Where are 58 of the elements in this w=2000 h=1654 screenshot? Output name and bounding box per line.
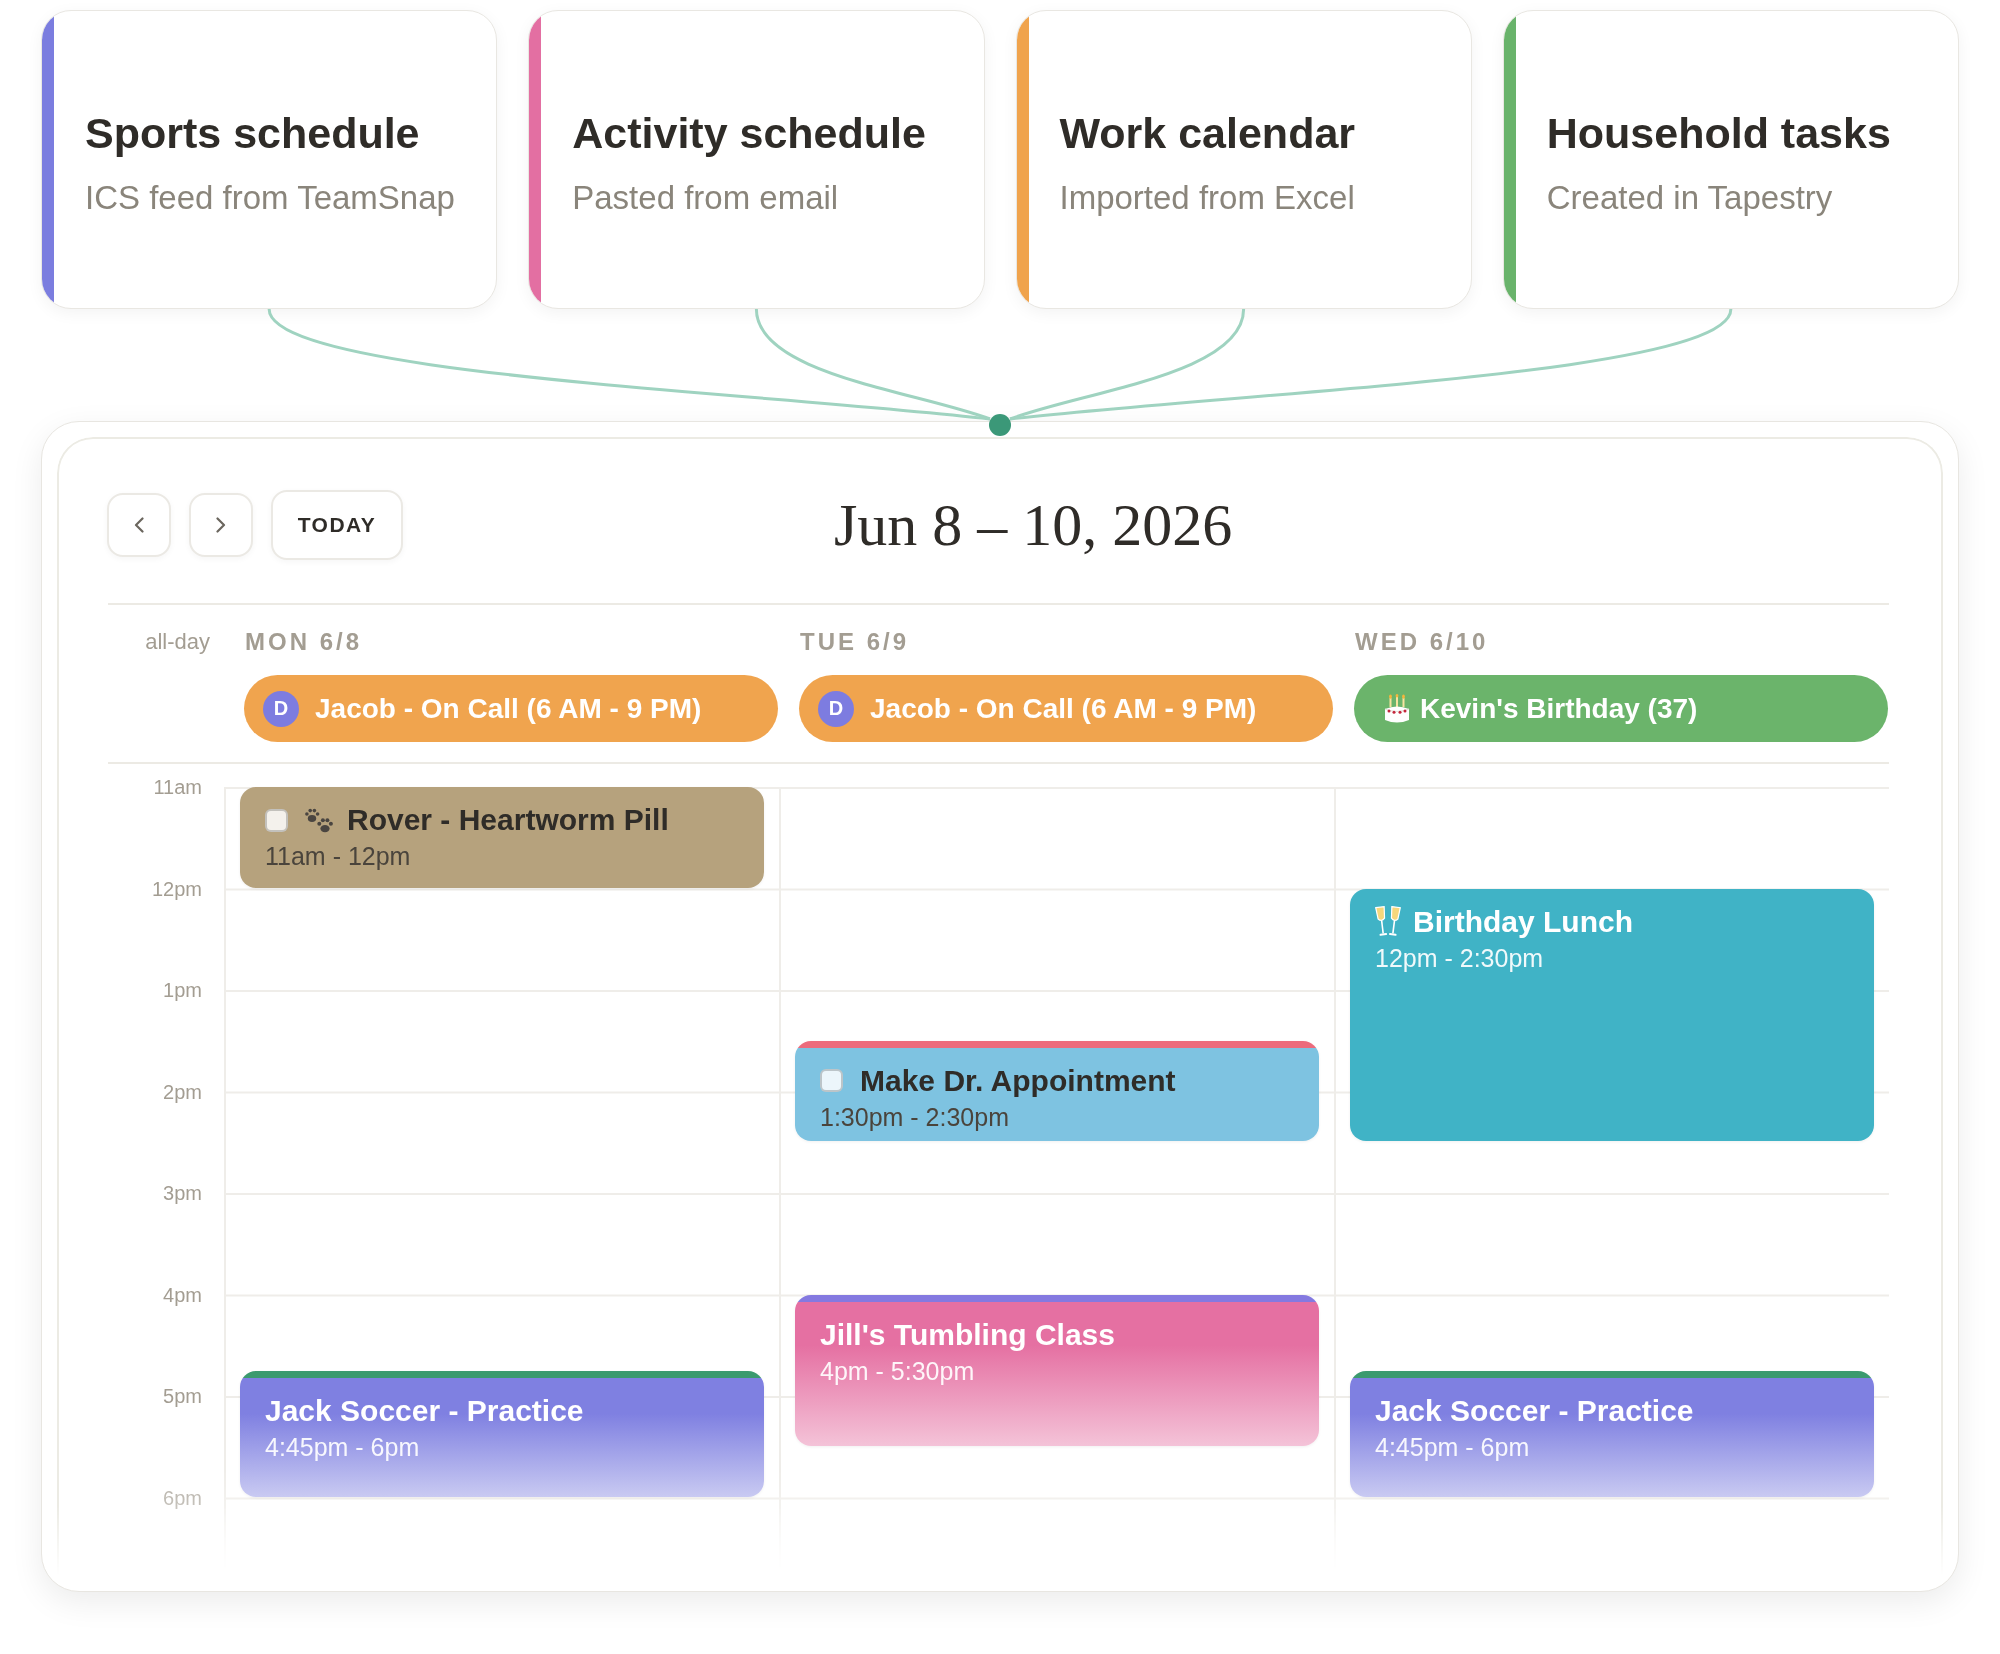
hour-label: 6pm xyxy=(163,1485,202,1510)
hour-label: 4pm xyxy=(163,1282,202,1307)
source-subtitle: Imported from Excel xyxy=(1059,178,1355,218)
calendar-event[interactable]: Birthday Lunch 12pm - 2:30pm xyxy=(1350,888,1874,1142)
calendar-event[interactable]: Jack Soccer - Practice 4:45pm - 6pm xyxy=(240,1377,764,1497)
event-title: Jacob - On Call (6 AM - 9 PM) xyxy=(870,691,1257,726)
event-time: 12pm - 2:30pm xyxy=(1375,942,1544,974)
task-checkbox[interactable] xyxy=(265,808,288,832)
source-title: Activity schedule xyxy=(572,108,926,158)
date-range-title: Jun 8 – 10, 2026 xyxy=(834,491,1233,560)
calendar-event[interactable]: Jack Soccer - Practice 4:45pm - 6pm xyxy=(1350,1377,1874,1497)
hour-label: 5pm xyxy=(163,1384,202,1408)
source-title: Household tasks xyxy=(1546,108,1891,158)
event-time: 4:45pm - 6pm xyxy=(1375,1431,1530,1463)
calendar-event[interactable]: Make Dr. Appointment 1:30pm - 2:30pm xyxy=(795,1047,1319,1142)
hour-label: 3pm xyxy=(163,1181,202,1205)
event-time: 11am - 12pm xyxy=(265,841,411,872)
hour-label: 2pm xyxy=(163,1079,202,1104)
event-title: Jacob - On Call (6 AM - 9 PM) xyxy=(315,691,702,726)
event-time: 4:45pm - 6pm xyxy=(265,1431,420,1463)
source-subtitle: Created in Tapestry xyxy=(1546,178,1833,218)
calendar-event[interactable]: Jill's Tumbling Class 4pm - 5:30pm xyxy=(795,1301,1319,1446)
avatar: D xyxy=(818,690,854,727)
day-header: WED 6/10 xyxy=(1355,627,1489,657)
event-title: Kevin's Birthday (37) xyxy=(1420,691,1698,726)
hour-label: 11am xyxy=(153,775,202,799)
event-title: Jack Soccer - Practice xyxy=(1375,1392,1694,1429)
all-day-event[interactable]: Kevin's Birthday (37) xyxy=(1354,675,1888,742)
day-header: TUE 6/9 xyxy=(800,627,910,657)
task-checkbox[interactable] xyxy=(820,1069,843,1093)
chevron-right-icon xyxy=(216,517,226,533)
source-subtitle: ICS feed from TeamSnap xyxy=(85,178,455,218)
calendar-event[interactable]: Rover - Heartworm Pill 11am - 12pm xyxy=(240,787,764,888)
today-button[interactable]: TODAY xyxy=(271,490,403,560)
event-title: Birthday Lunch xyxy=(1413,903,1633,940)
source-title: Work calendar xyxy=(1059,108,1356,158)
junction-dot-icon xyxy=(989,414,1011,436)
avatar: D xyxy=(263,690,299,727)
event-title: Jill's Tumbling Class xyxy=(820,1316,1115,1353)
previous-button[interactable] xyxy=(107,493,171,557)
event-title: Jack Soccer - Practice xyxy=(265,1392,584,1429)
all-day-label: all-day xyxy=(145,628,210,656)
event-title: Rover - Heartworm Pill xyxy=(347,802,669,838)
hour-label: 1pm xyxy=(163,978,202,1002)
event-time: 4pm - 5:30pm xyxy=(820,1355,975,1387)
event-title: Make Dr. Appointment xyxy=(860,1062,1176,1099)
all-day-event[interactable]: D Jacob - On Call (6 AM - 9 PM) xyxy=(244,675,778,742)
paw-prints-icon xyxy=(303,806,335,834)
next-button[interactable] xyxy=(189,493,253,557)
hour-label: 12pm xyxy=(151,876,202,901)
source-subtitle: Pasted from email xyxy=(572,178,839,218)
cake-icon xyxy=(1384,693,1410,724)
all-day-event[interactable]: D Jacob - On Call (6 AM - 9 PM) xyxy=(799,675,1333,742)
source-title: Sports schedule xyxy=(85,108,420,158)
day-header: MON 6/8 xyxy=(245,627,363,657)
event-time: 1:30pm - 2:30pm xyxy=(820,1101,1009,1133)
chevron-left-icon xyxy=(134,517,144,533)
champagne-glasses-icon xyxy=(1375,904,1401,939)
